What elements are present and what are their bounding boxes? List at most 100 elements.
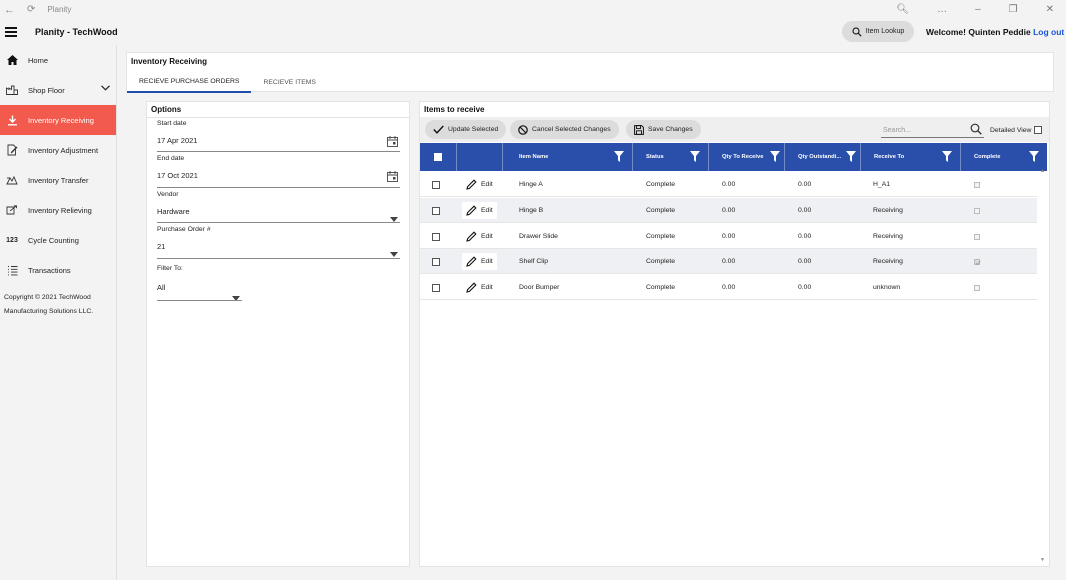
zoom-icon[interactable]: 🔍︎ bbox=[896, 4, 909, 15]
vendor-value[interactable]: Hardware bbox=[157, 207, 400, 216]
complete-checkbox bbox=[974, 284, 980, 291]
cancel-selected-changes-button[interactable]: Cancel Selected Changes bbox=[510, 120, 619, 139]
menu-icon[interactable] bbox=[5, 27, 17, 37]
item-lookup-button[interactable]: Item Lookup bbox=[842, 21, 914, 42]
sidebar-item-home[interactable]: Home bbox=[0, 45, 116, 75]
options-title: Options bbox=[147, 102, 409, 118]
filter-icon[interactable] bbox=[690, 151, 700, 164]
filter-icon[interactable] bbox=[770, 151, 780, 164]
select-all-header[interactable] bbox=[420, 143, 456, 171]
column-header-item-name[interactable]: Item Name bbox=[502, 143, 632, 171]
detailed-view-checkbox[interactable] bbox=[1034, 126, 1043, 134]
end-date-field[interactable]: End date 17 Oct 2021 bbox=[157, 155, 400, 188]
column-header-qty-outstanding[interactable]: Qty Outstandi... bbox=[784, 143, 860, 171]
sidebar-item-transactions[interactable]: Transactions bbox=[0, 255, 116, 285]
tab-receive-items[interactable]: RECIEVE ITEMS bbox=[251, 71, 328, 93]
save-changes-button[interactable]: Save Changes bbox=[626, 120, 701, 139]
vendor-label: Vendor bbox=[157, 191, 179, 198]
column-header-qty-to-receive[interactable]: Qty To Receive bbox=[708, 143, 784, 171]
more-icon[interactable]: … bbox=[937, 4, 947, 15]
minimize-icon[interactable]: – bbox=[975, 4, 981, 15]
sidebar-item-inventory-receiving[interactable]: Inventory Receiving bbox=[0, 105, 116, 135]
po-label: Purchase Order # bbox=[157, 226, 211, 233]
select-all-checkbox[interactable] bbox=[434, 153, 442, 161]
scroll-down-icon[interactable]: ▼ bbox=[1040, 557, 1045, 563]
tab-receive-purchase-orders[interactable]: RECIEVE PURCHASE ORDERS bbox=[127, 71, 252, 93]
download-icon bbox=[4, 115, 20, 126]
start-date-label: Start date bbox=[157, 120, 187, 127]
edit-button[interactable]: Edit bbox=[462, 253, 497, 270]
qty-to-receive-cell: 0.00 bbox=[722, 207, 736, 214]
filter-to-select[interactable]: Filter To: All bbox=[157, 265, 242, 303]
row-checkbox[interactable] bbox=[432, 206, 440, 215]
filter-icon[interactable] bbox=[614, 151, 624, 164]
end-date-value[interactable]: 17 Oct 2021 bbox=[157, 171, 400, 180]
copyright-line: Manufacturing Solutions LLC. bbox=[4, 308, 94, 315]
sidebar-item-label: Home bbox=[28, 55, 49, 65]
filter-icon[interactable] bbox=[942, 151, 952, 164]
search-icon[interactable] bbox=[970, 123, 982, 137]
start-date-value[interactable]: 17 Apr 2021 bbox=[157, 136, 400, 145]
edit-label: Edit bbox=[481, 181, 493, 188]
edit-label: Edit bbox=[481, 207, 493, 214]
column-label: Status bbox=[646, 154, 664, 160]
status-cell: Complete bbox=[646, 181, 676, 188]
sidebar-item-inventory-relieving[interactable]: Inventory Relieving bbox=[0, 195, 116, 225]
po-value[interactable]: 21 bbox=[157, 242, 400, 251]
edit-button[interactable]: Edit bbox=[462, 202, 497, 219]
calendar-icon[interactable] bbox=[387, 134, 398, 152]
sidebar-item-shop-floor[interactable]: Shop Floor bbox=[0, 75, 116, 105]
complete-checkbox bbox=[974, 207, 980, 214]
refresh-icon[interactable]: ⟳ bbox=[27, 4, 35, 15]
edit-button[interactable]: Edit bbox=[462, 279, 497, 296]
table-row[interactable]: Edit Hinge B Complete 0.00 0.00 Receivin… bbox=[420, 198, 1037, 223]
column-header-complete[interactable]: Complete bbox=[960, 143, 1047, 171]
row-checkbox[interactable] bbox=[432, 283, 440, 292]
table-row[interactable]: Edit Door Bumper Complete 0.00 0.00 unkn… bbox=[420, 275, 1037, 300]
row-checkbox[interactable] bbox=[432, 257, 440, 266]
close-icon[interactable]: ✕ bbox=[1046, 4, 1054, 15]
column-header-receive-to[interactable]: Receive To bbox=[860, 143, 960, 171]
pencil-icon bbox=[466, 205, 477, 216]
sidebar-item-inventory-transfer[interactable]: Inventory Transfer bbox=[0, 165, 116, 195]
filter-label: Filter To: bbox=[157, 265, 183, 272]
status-cell: Complete bbox=[646, 233, 676, 240]
dropdown-arrow-icon[interactable] bbox=[232, 288, 240, 306]
pencil-icon bbox=[466, 282, 477, 293]
edit-button[interactable]: Edit bbox=[462, 176, 497, 193]
edit-label: Edit bbox=[481, 258, 493, 265]
vendor-select[interactable]: Vendor Hardware bbox=[157, 191, 400, 223]
logout-link[interactable]: Log out bbox=[1033, 27, 1064, 37]
update-selected-button[interactable]: Update Selected bbox=[425, 120, 507, 139]
calendar-icon[interactable] bbox=[387, 169, 398, 187]
filter-icon[interactable] bbox=[846, 151, 856, 164]
table-row[interactable]: Edit Hinge A Complete 0.00 0.00 H_A1 bbox=[420, 172, 1037, 197]
numbers-icon: 123 bbox=[6, 236, 18, 244]
qty-to-receive-cell: 0.00 bbox=[722, 181, 736, 188]
cancel-changes-label: Cancel Selected Changes bbox=[532, 126, 611, 133]
row-checkbox[interactable] bbox=[432, 232, 440, 241]
detailed-view-label: Detailed View bbox=[990, 126, 1032, 134]
back-arrow-icon[interactable]: ← bbox=[4, 4, 15, 16]
dropdown-arrow-icon[interactable] bbox=[390, 244, 398, 262]
edit-button[interactable]: Edit bbox=[462, 228, 497, 245]
search-icon bbox=[852, 26, 862, 37]
column-header-status[interactable]: Status bbox=[632, 143, 708, 171]
sidebar-item-cycle-counting[interactable]: 123 Cycle Counting bbox=[0, 225, 116, 255]
item-name-cell: Shelf Clip bbox=[519, 258, 549, 265]
table-row[interactable]: Edit Shelf Clip Complete 0.00 0.00 Recei… bbox=[420, 249, 1037, 274]
filter-icon[interactable] bbox=[1029, 151, 1039, 164]
grid-scrollbar[interactable]: ▲ ▼ bbox=[1039, 168, 1047, 564]
filter-value[interactable]: All bbox=[157, 283, 242, 292]
scroll-up-icon[interactable]: ▲ bbox=[1040, 168, 1045, 174]
purchase-order-select[interactable]: Purchase Order # 21 bbox=[157, 226, 400, 259]
table-row[interactable]: Edit Drawer Slide Complete 0.00 0.00 Rec… bbox=[420, 224, 1037, 249]
detailed-view-toggle[interactable]: Detailed View bbox=[990, 126, 1043, 134]
restore-icon[interactable]: ❐ bbox=[1009, 4, 1018, 15]
start-date-field[interactable]: Start date 17 Apr 2021 bbox=[157, 120, 400, 152]
row-checkbox[interactable] bbox=[432, 180, 440, 189]
chevron-down-icon[interactable] bbox=[101, 84, 110, 93]
dropdown-arrow-icon[interactable] bbox=[390, 209, 398, 227]
search-input[interactable]: Search... bbox=[881, 122, 984, 138]
sidebar-item-inventory-adjustment[interactable]: Inventory Adjustment bbox=[0, 135, 116, 165]
